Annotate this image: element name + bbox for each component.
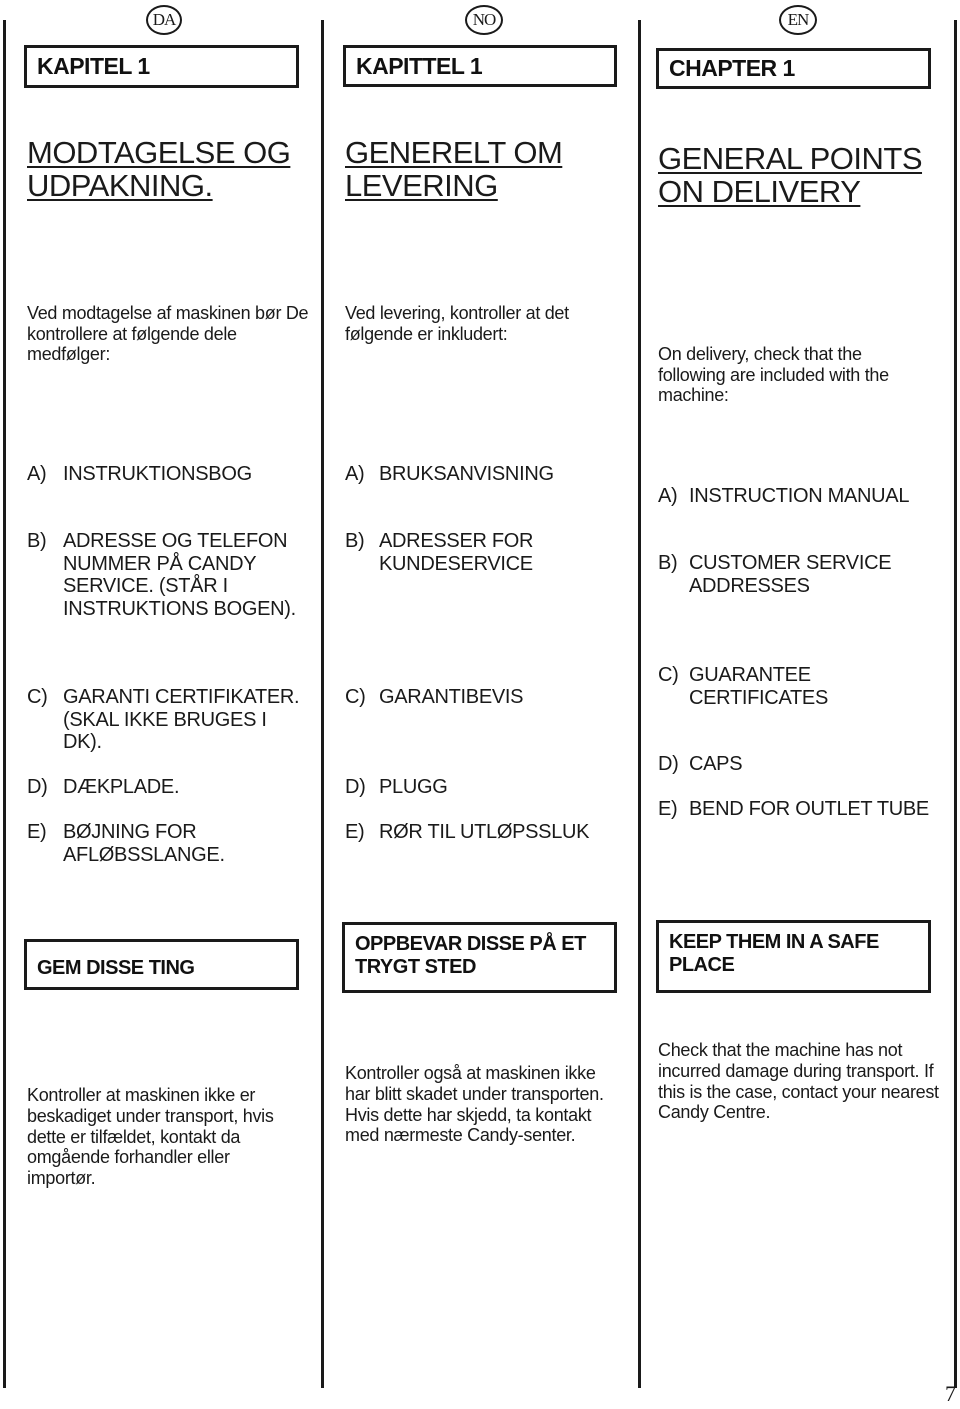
- list-item-text: GUARANTEE CERTIFICATES: [689, 664, 829, 709]
- section-heading-da: MODTAGELSE OG UDPAKNING.: [27, 135, 291, 203]
- column-divider-left: [3, 20, 6, 1388]
- chapter-title-no: KAPITTEL 1: [356, 52, 483, 79]
- page-number: 7: [945, 1381, 956, 1406]
- column-divider-right: [954, 20, 957, 1388]
- list-item-label: B): [27, 530, 47, 552]
- list-item-label: A): [658, 485, 678, 507]
- list-item-da-b: B) ADRESSE OG TELEFON NUMMER PÅ CANDY SE…: [27, 530, 307, 620]
- list-item-text: PLUGG: [379, 776, 448, 798]
- safe-note-no: OPPBEVAR DISSE PÅ ET TRYGT STED: [355, 933, 586, 978]
- list-item-no-d: D) PLUGG: [345, 776, 625, 799]
- list-item-text: DÆKPLADE.: [63, 776, 180, 798]
- section-heading-no-line-1: GENERELT OM: [345, 135, 563, 170]
- list-item-label: B): [658, 552, 678, 574]
- list-item-text: BØJNING FOR AFLØBSSLANGE.: [63, 821, 225, 866]
- list-item-no-c: C) GARANTIBEVIS: [345, 686, 625, 709]
- check-text-no: Kontroller også at maskinen ikke har bli…: [345, 1063, 604, 1146]
- section-heading-no: GENERELT OM LEVERING: [345, 135, 563, 203]
- list-item-da-e: E) BØJNING FOR AFLØBSSLANGE.: [27, 821, 307, 866]
- list-item-en-b: B) CUSTOMER SERVICE ADDRESSES: [658, 552, 943, 597]
- safe-note-en: KEEP THEM IN A SAFE PLACE: [669, 931, 879, 976]
- chapter-title-en: CHAPTER 1: [669, 55, 795, 81]
- section-heading-en-line-2: ON DELIVERY: [658, 174, 861, 209]
- section-heading-no-line-2: LEVERING: [345, 168, 498, 203]
- list-item-label: C): [658, 664, 679, 686]
- section-heading-da-line-1: MODTAGELSE OG: [27, 135, 291, 170]
- list-item-label: A): [345, 463, 365, 485]
- check-text-da: Kontroller at maskinen ikke er beskadige…: [27, 1085, 274, 1189]
- chapter-title-da: KAPITEL 1: [37, 53, 150, 79]
- list-item-text: GARANTI CERTIFIKATER. (SKAL IKKE BRUGES …: [63, 686, 300, 753]
- list-item-da-c: C) GARANTI CERTIFIKATER. (SKAL IKKE BRUG…: [27, 686, 307, 754]
- list-item-text: RØR TIL UTLØPSSLUK: [379, 821, 590, 843]
- intro-text-en: On delivery, check that the following ar…: [658, 344, 889, 405]
- intro-text-da: Ved modtagelse af maskinen bør De kontro…: [27, 303, 309, 364]
- safe-note-box-en: KEEP THEM IN A SAFE PLACE: [656, 920, 931, 993]
- list-item-text: INSTRUCTION MANUAL: [689, 485, 910, 507]
- list-item-label: E): [658, 798, 678, 820]
- list-item-text: GARANTIBEVIS: [379, 686, 524, 708]
- language-badge-da: DA: [146, 5, 182, 35]
- list-item-no-b: B) ADRESSER FOR KUNDESERVICE: [345, 530, 625, 575]
- check-text-en: Check that the machine has not incurred …: [658, 1040, 939, 1123]
- section-heading-da-line-2: UDPAKNING.: [27, 168, 213, 203]
- list-item-da-d: D) DÆKPLADE.: [27, 776, 307, 799]
- chapter-box-no: KAPITTEL 1: [343, 45, 617, 87]
- safe-note-box-da: GEM DISSE TING: [24, 939, 299, 990]
- list-item-label: B): [345, 530, 365, 552]
- list-item-label: E): [27, 821, 47, 843]
- language-badge-no: NO: [465, 5, 503, 35]
- list-item-text: BRUKSANVISNING: [379, 463, 554, 485]
- section-heading-en-line-1: GENERAL POINTS: [658, 141, 923, 176]
- list-item-en-c: C) GUARANTEE CERTIFICATES: [658, 664, 943, 709]
- list-item-no-a: A) BRUKSANVISNING: [345, 463, 625, 486]
- chapter-box-en: CHAPTER 1: [656, 48, 931, 89]
- list-item-text: CUSTOMER SERVICE ADDRESSES: [689, 552, 892, 597]
- list-item-label: E): [345, 821, 365, 843]
- list-item-en-d: D) CAPS: [658, 753, 943, 776]
- list-item-label: D): [27, 776, 48, 798]
- list-item-text: INSTRUKTIONSBOG: [63, 463, 252, 485]
- list-item-en-e: E) BEND FOR OUTLET TUBE: [658, 798, 953, 821]
- section-heading-en: GENERAL POINTS ON DELIVERY: [658, 141, 923, 209]
- list-item-label: A): [27, 463, 47, 485]
- column-divider-no-en: [638, 20, 641, 1388]
- safe-note-da: GEM DISSE TING: [37, 957, 195, 979]
- intro-text-no: Ved levering, kontroller at det følgende…: [345, 303, 569, 344]
- list-item-label: D): [345, 776, 366, 798]
- column-divider-da-no: [321, 20, 324, 1388]
- chapter-box-da: KAPITEL 1: [24, 45, 299, 88]
- list-item-en-a: A) INSTRUCTION MANUAL: [658, 485, 943, 508]
- language-badge-en: EN: [779, 5, 817, 35]
- list-item-text: CAPS: [689, 753, 743, 775]
- list-item-da-a: A) INSTRUKTIONSBOG: [27, 463, 307, 486]
- safe-note-box-no: OPPBEVAR DISSE PÅ ET TRYGT STED: [342, 922, 617, 993]
- list-item-text: ADRESSER FOR KUNDESERVICE: [379, 530, 534, 575]
- list-item-text: ADRESSE OG TELEFON NUMMER PÅ CANDY SERVI…: [63, 530, 296, 620]
- list-item-no-e: E) RØR TIL UTLØPSSLUK: [345, 821, 630, 844]
- list-item-label: C): [27, 686, 48, 708]
- list-item-label: C): [345, 686, 366, 708]
- list-item-text: BEND FOR OUTLET TUBE: [689, 798, 929, 820]
- list-item-label: D): [658, 753, 679, 775]
